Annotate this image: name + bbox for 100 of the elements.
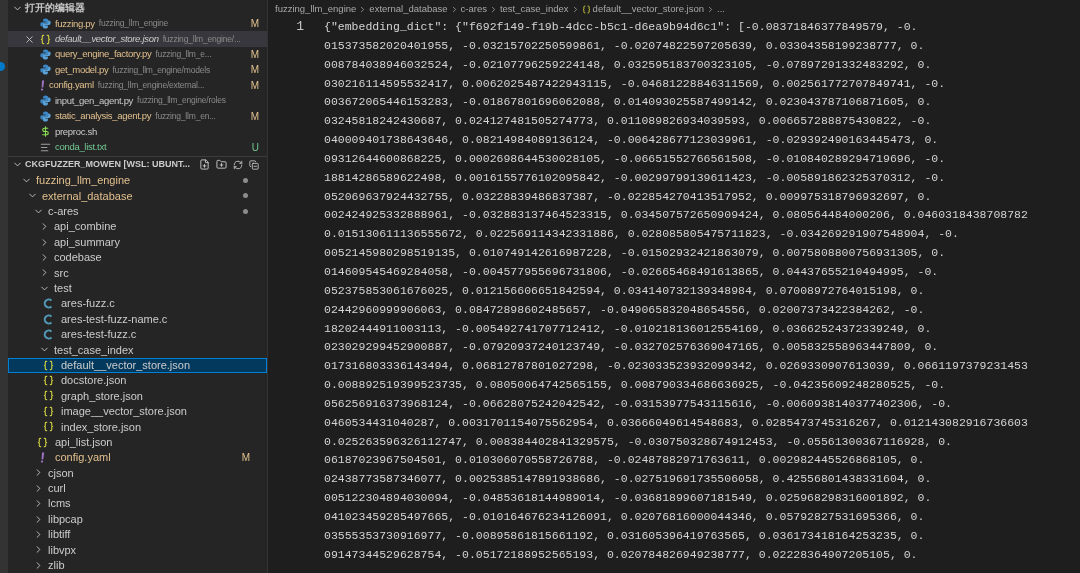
folder-row[interactable]: codebase [8, 249, 267, 266]
braces-icon [42, 421, 54, 433]
file-row[interactable]: ares-test-fuzz-name.c [8, 311, 267, 327]
section-header[interactable]: CKGFUZZER_MOWEN [WSL: UBUNT... [8, 155, 267, 173]
folder-row[interactable]: api_combine [8, 219, 267, 235]
code-line: 017316803336143494, 0.06812787801027298, -0.023033523932099342, 0.0269330907613039, 0.0661197379231453 [324, 358, 1028, 375]
folder-name: libtiff [48, 527, 71, 543]
file-row[interactable]: index_store.json [8, 419, 267, 435]
c-file-icon [43, 298, 53, 310]
c-file-icon [43, 313, 53, 325]
file-row[interactable]: ares-fuzz.c [8, 295, 267, 312]
file-row[interactable]: docstore.json [8, 372, 267, 389]
folder-row[interactable]: api_summary [8, 234, 267, 250]
folder-name: zlib [48, 558, 65, 573]
file-name: conda_list.txt [55, 140, 107, 155]
folder-name: curl [48, 481, 66, 497]
git-status: M [241, 451, 250, 466]
folder-name: test_case_index [54, 342, 134, 358]
braces-icon [42, 375, 54, 387]
section-header[interactable]: 打开的编辑器 [8, 1, 267, 16]
folder-row[interactable]: curl [8, 480, 267, 496]
file-name: input_gen_agent.py [55, 93, 134, 108]
folder-row[interactable]: external_database [8, 188, 267, 204]
braces-icon [40, 33, 51, 45]
file-name: ares-fuzz.c [61, 296, 115, 312]
open-editor-item[interactable]: static_analysis_agent.py fuzzing_llm_en... M [8, 108, 267, 124]
code-line: 005122304894030094, -0.04853618144989014, -0.03681899607181549, 0.025968298316001892, 0. [324, 490, 932, 507]
folder-row[interactable]: libvpx [8, 542, 267, 558]
code-line: 056256916373968124, -0.06628075242042542, -0.03153977543115616, -0.0060938140377402306, -0. [324, 395, 952, 412]
close-icon[interactable] [24, 33, 35, 45]
file-name: graph_store.json [61, 388, 143, 404]
new-folder-icon[interactable] [216, 159, 227, 171]
python-icon [40, 64, 51, 76]
file-name: api_list.json [55, 434, 113, 450]
git-status: U [251, 140, 259, 155]
open-editor-item[interactable]: query_engine_factory.py fuzzing_llm_e... M [8, 46, 267, 63]
refresh-icon[interactable] [233, 159, 243, 170]
file-row[interactable]: graph_store.json [8, 388, 267, 404]
section-title: 打开的编辑器 [25, 1, 85, 16]
code-line: 0.008892519399523735, 0.08050064742565155, 0.008790334686636925, -0.04235609248280525, -0. [324, 377, 946, 394]
code-line: 09312644600868225, 0.0002698644530028105, -0.06651552766561508, -0.010840289294719696, -0. [324, 150, 946, 167]
git-status: M [250, 17, 259, 32]
lines-icon [40, 141, 51, 153]
collapse-icon[interactable] [249, 159, 259, 170]
file-row[interactable]: image__vector_store.json [8, 403, 267, 420]
braces-icon [42, 359, 54, 371]
code-line: 09147344529628754, -0.05172188952565193, 0.020784826949238777, 0.02228364907205105, 0. [324, 546, 918, 563]
folder-row[interactable]: test [8, 280, 267, 296]
open-editor-item[interactable]: get_model.py fuzzing_llm_engine/models M [8, 62, 267, 78]
folder-row[interactable]: c-ares [8, 203, 267, 219]
file-name: default__vector_store.json [61, 357, 191, 373]
breadcrumb-item[interactable]: ... [717, 1, 725, 17]
code-line: 003672065446153283, -0.01867801696062088, 0.014093025587499142, 0.023043787106871605, 0. [324, 94, 932, 111]
breadcrumb-item[interactable]: c-ares [460, 1, 487, 17]
file-row[interactable]: api_list.json [8, 434, 267, 450]
file-name: preproc.sh [55, 124, 97, 139]
code-line: 03245818242430687, 0.024127481505274773, 0.011089826934039593, 0.006657288875430822, -0. [324, 113, 932, 130]
folder-row[interactable]: test_case_index [8, 342, 267, 358]
git-status: M [250, 78, 259, 93]
folder-name: fuzzing_llm_engine [36, 173, 131, 189]
open-editor-item[interactable]: fuzzing.py fuzzing_llm_engine M [8, 15, 267, 32]
file-row[interactable]: ares-test-fuzz.c [8, 326, 267, 343]
folder-row[interactable]: cjson [8, 465, 267, 481]
file-row[interactable]: config.yaml M [8, 449, 267, 466]
folder-row[interactable]: fuzzing_llm_engine [8, 172, 267, 189]
open-editor-item[interactable]: default__vector_store.json fuzzing_llm_engine/... [8, 31, 267, 47]
breadcrumb-item[interactable]: fuzzing_llm_engine [275, 1, 357, 17]
git-status: M [250, 63, 259, 78]
folder-name: codebase [54, 250, 102, 266]
folder-row[interactable]: zlib [8, 557, 267, 573]
code-line: 18202444911003113, -0.005492741707712412, -0.010218136012554169, 0.03662524372339249, 0. [324, 320, 932, 337]
python-icon [40, 110, 51, 122]
open-editor-item[interactable]: input_gen_agent.py fuzzing_llm_engine/roles [8, 93, 267, 109]
code-line: 02438773587346077, 0.0025385147891938686, -0.027519691735506058, 0.42556801438331604, 0. [324, 471, 932, 488]
code-line: 052375853061676025, 0.012156606651842594, 0.034140732139348984, 0.07008972764015198, 0. [324, 282, 925, 299]
folder-row[interactable]: libpcap [8, 511, 267, 527]
open-editor-item[interactable]: config.yaml fuzzing_llm_engine/external... M [8, 77, 267, 94]
file-path: fuzzing_llm_e... [155, 48, 212, 61]
open-editor-item[interactable]: conda_list.txt U [8, 139, 267, 155]
folder-name: api_combine [54, 219, 117, 235]
file-name: ares-test-fuzz-name.c [61, 311, 168, 327]
breadcrumb-item[interactable]: default__vector_store.json [592, 1, 705, 17]
code-line: 014609545469284058, -0.004577955696731806, -0.02665468491613865, 0.04437655210494995, -0. [324, 263, 939, 280]
code-line: 18814286589622498, 0.0016155776102095842, -0.00299799139611423, -0.005891862325370312, -0. [324, 169, 946, 186]
file-name: index_store.json [61, 419, 142, 435]
breadcrumb-item[interactable]: test_case_index [499, 1, 569, 17]
file-name: get_model.py [55, 62, 109, 77]
folder-row[interactable]: libtiff [8, 526, 267, 543]
file-path: fuzzing_llm_engine/models [112, 63, 210, 77]
braces-icon [581, 4, 591, 14]
code-line: 0460534431040287, 0.0031701154075562954, 0.03666049614548683, 0.0285473745316267, 0.012143082916736603 [324, 414, 1028, 431]
file-name: fuzzing.py [55, 16, 95, 31]
breadcrumb-item[interactable]: external_database [369, 1, 448, 17]
section-title: CKGFUZZER_MOWEN [WSL: UBUNT... [25, 158, 190, 172]
file-path: fuzzing_llm_engine/... [162, 32, 241, 46]
file-row[interactable]: default__vector_store.json [8, 357, 267, 373]
open-editor-item[interactable]: preproc.sh [8, 124, 267, 140]
folder-row[interactable]: src [8, 265, 267, 281]
new-file-icon[interactable] [199, 159, 210, 171]
folder-row[interactable]: lcms [8, 496, 267, 512]
